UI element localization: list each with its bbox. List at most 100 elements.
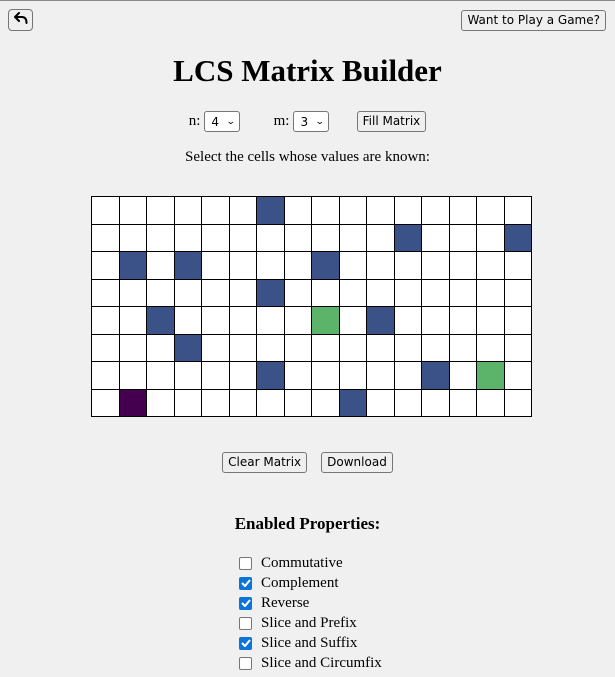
matrix-cell[interactable]: [173, 196, 202, 225]
matrix-cell[interactable]: [283, 361, 312, 390]
matrix-cell[interactable]: [228, 388, 257, 417]
matrix-cell[interactable]: [201, 361, 230, 390]
matrix-cell[interactable]: [118, 223, 147, 252]
matrix-cell[interactable]: [393, 196, 422, 225]
matrix-cell[interactable]: [283, 278, 312, 307]
matrix-cell[interactable]: [283, 306, 312, 335]
matrix-cell[interactable]: [256, 278, 285, 307]
matrix-cell[interactable]: [311, 278, 340, 307]
matrix-cell[interactable]: [393, 278, 422, 307]
property-checkbox[interactable]: [239, 656, 252, 670]
n-select[interactable]: 4 ⌄: [204, 111, 240, 132]
matrix-cell[interactable]: [118, 361, 147, 390]
property-item[interactable]: Commutative: [237, 553, 382, 573]
matrix-cell[interactable]: [338, 223, 367, 252]
property-item[interactable]: Complement: [237, 573, 382, 593]
matrix-cell[interactable]: [366, 223, 395, 252]
matrix-cell[interactable]: [201, 388, 230, 417]
matrix-cell[interactable]: [91, 278, 120, 307]
matrix-cell[interactable]: [366, 278, 395, 307]
property-checkbox[interactable]: [239, 616, 252, 630]
matrix-cell[interactable]: [256, 251, 285, 280]
matrix-cell[interactable]: [228, 361, 257, 390]
matrix-cell[interactable]: [338, 196, 367, 225]
matrix-cell[interactable]: [173, 251, 202, 280]
matrix-cell[interactable]: [91, 223, 120, 252]
matrix-cell[interactable]: [201, 251, 230, 280]
play-game-button[interactable]: Want to Play a Game?: [461, 10, 606, 31]
matrix-cell[interactable]: [421, 306, 450, 335]
matrix-cell[interactable]: [118, 333, 147, 362]
matrix-cell[interactable]: [173, 388, 202, 417]
matrix-cell[interactable]: [118, 306, 147, 335]
matrix-cell[interactable]: [311, 223, 340, 252]
fill-matrix-button[interactable]: Fill Matrix: [356, 111, 427, 132]
matrix-cell[interactable]: [476, 196, 505, 225]
matrix-cell[interactable]: [201, 196, 230, 225]
matrix-cell[interactable]: [91, 333, 120, 362]
matrix-cell[interactable]: [201, 306, 230, 335]
matrix-cell[interactable]: [421, 251, 450, 280]
back-button[interactable]: [8, 9, 33, 31]
matrix-cell[interactable]: [421, 223, 450, 252]
property-item[interactable]: Slice and Circumfix: [237, 653, 382, 673]
matrix-cell[interactable]: [366, 388, 395, 417]
property-item[interactable]: Slice and Suffix: [237, 633, 382, 653]
matrix-cell[interactable]: [173, 223, 202, 252]
matrix-cell[interactable]: [448, 333, 477, 362]
matrix-cell[interactable]: [201, 333, 230, 362]
matrix-cell[interactable]: [118, 251, 147, 280]
matrix-cell[interactable]: [338, 278, 367, 307]
matrix-cell[interactable]: [476, 278, 505, 307]
matrix-cell[interactable]: [503, 306, 532, 335]
property-item[interactable]: Reverse: [237, 593, 382, 613]
matrix-cell[interactable]: [421, 361, 450, 390]
matrix-cell[interactable]: [228, 278, 257, 307]
clear-matrix-button[interactable]: Clear Matrix: [222, 452, 308, 473]
property-checkbox[interactable]: [239, 576, 252, 590]
matrix-cell[interactable]: [311, 196, 340, 225]
matrix-cell[interactable]: [366, 361, 395, 390]
matrix-cell[interactable]: [146, 361, 175, 390]
matrix-cell[interactable]: [146, 251, 175, 280]
matrix-cell[interactable]: [393, 251, 422, 280]
matrix-cell[interactable]: [146, 388, 175, 417]
matrix-cell[interactable]: [503, 223, 532, 252]
matrix-cell[interactable]: [448, 196, 477, 225]
matrix-cell[interactable]: [118, 278, 147, 307]
matrix-cell[interactable]: [91, 361, 120, 390]
matrix-cell[interactable]: [338, 306, 367, 335]
matrix-cell[interactable]: [228, 223, 257, 252]
matrix-cell[interactable]: [283, 251, 312, 280]
property-checkbox[interactable]: [239, 556, 252, 570]
matrix-cell[interactable]: [228, 196, 257, 225]
matrix-cell[interactable]: [338, 251, 367, 280]
matrix-cell[interactable]: [448, 306, 477, 335]
matrix-cell[interactable]: [228, 306, 257, 335]
m-select[interactable]: 3 ⌄: [293, 111, 329, 132]
matrix-cell[interactable]: [118, 196, 147, 225]
matrix-cell[interactable]: [503, 388, 532, 417]
matrix-cell[interactable]: [421, 196, 450, 225]
matrix-cell[interactable]: [173, 333, 202, 362]
matrix-cell[interactable]: [503, 251, 532, 280]
matrix-cell[interactable]: [393, 388, 422, 417]
matrix-cell[interactable]: [476, 251, 505, 280]
property-checkbox[interactable]: [239, 596, 252, 610]
matrix-cell[interactable]: [448, 388, 477, 417]
matrix-cell[interactable]: [476, 388, 505, 417]
matrix-cell[interactable]: [366, 306, 395, 335]
matrix-cell[interactable]: [503, 333, 532, 362]
matrix-cell[interactable]: [228, 333, 257, 362]
matrix-cell[interactable]: [476, 333, 505, 362]
matrix-cell[interactable]: [91, 388, 120, 417]
matrix-cell[interactable]: [283, 223, 312, 252]
matrix-cell[interactable]: [503, 196, 532, 225]
matrix-cell[interactable]: [146, 333, 175, 362]
matrix-cell[interactable]: [366, 333, 395, 362]
matrix-cell[interactable]: [173, 278, 202, 307]
matrix-cell[interactable]: [366, 196, 395, 225]
matrix-cell[interactable]: [311, 251, 340, 280]
matrix-cell[interactable]: [118, 388, 147, 417]
matrix-cell[interactable]: [283, 388, 312, 417]
